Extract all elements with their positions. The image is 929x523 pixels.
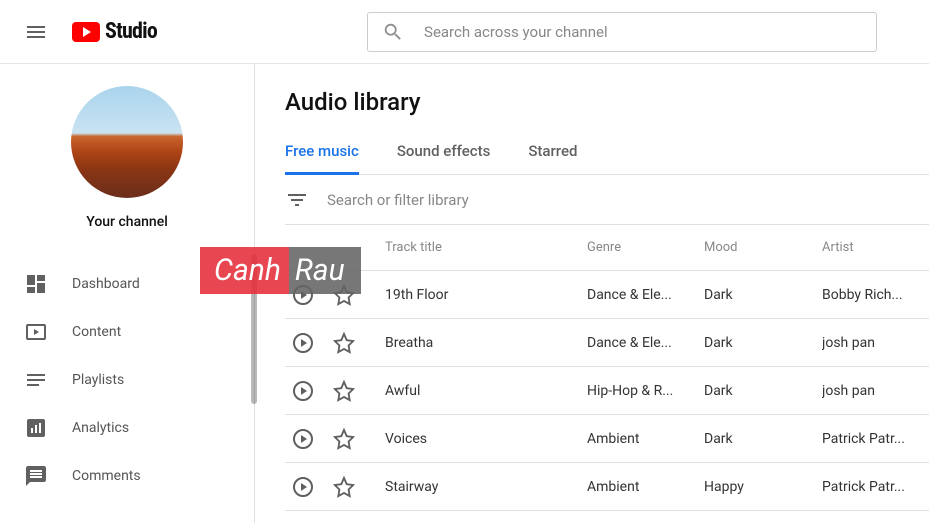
play-button[interactable]: [291, 427, 315, 451]
track-genre: Hip-Hop & R...: [587, 383, 704, 399]
analytics-icon: [24, 416, 48, 440]
tabs: Free music Sound effects Starred: [285, 142, 929, 175]
comments-icon: [24, 464, 48, 488]
sidebar-item-playlists[interactable]: Playlists: [0, 356, 254, 404]
channel-block: Your channel: [0, 64, 254, 248]
sidebar: Your channel Dashboard Content Playlists…: [0, 64, 255, 523]
filter-row: [285, 175, 929, 225]
track-artist: Patrick Patr...: [822, 479, 929, 495]
channel-label: Your channel: [86, 214, 168, 230]
track-mood: Dark: [704, 383, 822, 399]
content-icon: [24, 320, 48, 344]
play-button[interactable]: [291, 283, 315, 307]
sidebar-item-label: Dashboard: [72, 276, 140, 292]
hamburger-menu-button[interactable]: [16, 12, 56, 52]
search-icon: [382, 21, 404, 43]
track-genre: Dance & Ele...: [587, 335, 704, 351]
dashboard-icon: [24, 272, 48, 296]
brand-text: Studio: [105, 19, 157, 44]
star-button[interactable]: [333, 476, 355, 498]
track-row: AwfulHip-Hop & R...Darkjosh pan: [285, 367, 929, 415]
search-input[interactable]: [424, 23, 862, 41]
track-artist: Patrick Patr...: [822, 431, 929, 447]
col-header-title[interactable]: Track title: [385, 240, 587, 255]
play-button[interactable]: [291, 331, 315, 355]
filter-input[interactable]: [327, 191, 526, 209]
track-genre: Ambient: [587, 431, 704, 447]
menu-icon: [24, 20, 48, 44]
sidebar-item-label: Analytics: [72, 420, 129, 436]
track-artist: josh pan: [822, 335, 929, 351]
track-row: VoicesAmbientDarkPatrick Patr...: [285, 415, 929, 463]
track-artist: Bobby Rich...: [822, 287, 929, 303]
filter-icon[interactable]: [285, 188, 309, 212]
table-header: Track title Genre Mood Artist: [285, 225, 929, 271]
nav-list: Dashboard Content Playlists Analytics Co…: [0, 248, 254, 500]
sidebar-item-dashboard[interactable]: Dashboard: [0, 260, 254, 308]
track-genre: Ambient: [587, 479, 704, 495]
sidebar-item-label: Playlists: [72, 372, 124, 388]
sidebar-item-label: Content: [72, 324, 121, 340]
search-box[interactable]: [367, 12, 877, 52]
col-header-artist[interactable]: Artist: [822, 240, 929, 255]
play-button[interactable]: [291, 475, 315, 499]
col-header-mood[interactable]: Mood: [704, 240, 822, 255]
body: Your channel Dashboard Content Playlists…: [0, 64, 929, 523]
main-content: Audio library Free music Sound effects S…: [255, 64, 929, 523]
track-title: Breatha: [385, 335, 587, 351]
track-row: 19th FloorDance & Ele...DarkBobby Rich..…: [285, 271, 929, 319]
track-title: Awful: [385, 383, 587, 399]
sidebar-item-comments[interactable]: Comments: [0, 452, 254, 500]
top-header: Studio: [0, 0, 929, 64]
track-mood: Dark: [704, 287, 822, 303]
track-mood: Dark: [704, 335, 822, 351]
track-list: 19th FloorDance & Ele...DarkBobby Rich..…: [285, 271, 929, 511]
track-genre: Dance & Ele...: [587, 287, 704, 303]
track-title: Voices: [385, 431, 587, 447]
star-button[interactable]: [333, 284, 355, 306]
star-button[interactable]: [333, 332, 355, 354]
play-button[interactable]: [291, 379, 315, 403]
sidebar-item-analytics[interactable]: Analytics: [0, 404, 254, 452]
channel-avatar[interactable]: [71, 86, 183, 198]
youtube-icon: [72, 22, 100, 42]
track-artist: josh pan: [822, 383, 929, 399]
track-row: BreathaDance & Ele...Darkjosh pan: [285, 319, 929, 367]
tab-starred[interactable]: Starred: [528, 142, 577, 174]
track-mood: Happy: [704, 479, 822, 495]
sidebar-item-content[interactable]: Content: [0, 308, 254, 356]
sidebar-scrollbar[interactable]: [251, 254, 257, 404]
track-title: 19th Floor: [385, 287, 587, 303]
star-button[interactable]: [333, 380, 355, 402]
sidebar-item-label: Comments: [72, 468, 141, 484]
col-header-genre[interactable]: Genre: [587, 240, 704, 255]
page-title: Audio library: [285, 88, 929, 116]
playlists-icon: [24, 368, 48, 392]
studio-logo[interactable]: Studio: [72, 19, 157, 44]
track-row: StairwayAmbientHappyPatrick Patr...: [285, 463, 929, 511]
star-button[interactable]: [333, 428, 355, 450]
tab-free-music[interactable]: Free music: [285, 142, 359, 174]
track-title: Stairway: [385, 479, 587, 495]
search-container: [367, 12, 877, 52]
tab-sound-effects[interactable]: Sound effects: [397, 142, 491, 174]
track-mood: Dark: [704, 431, 822, 447]
